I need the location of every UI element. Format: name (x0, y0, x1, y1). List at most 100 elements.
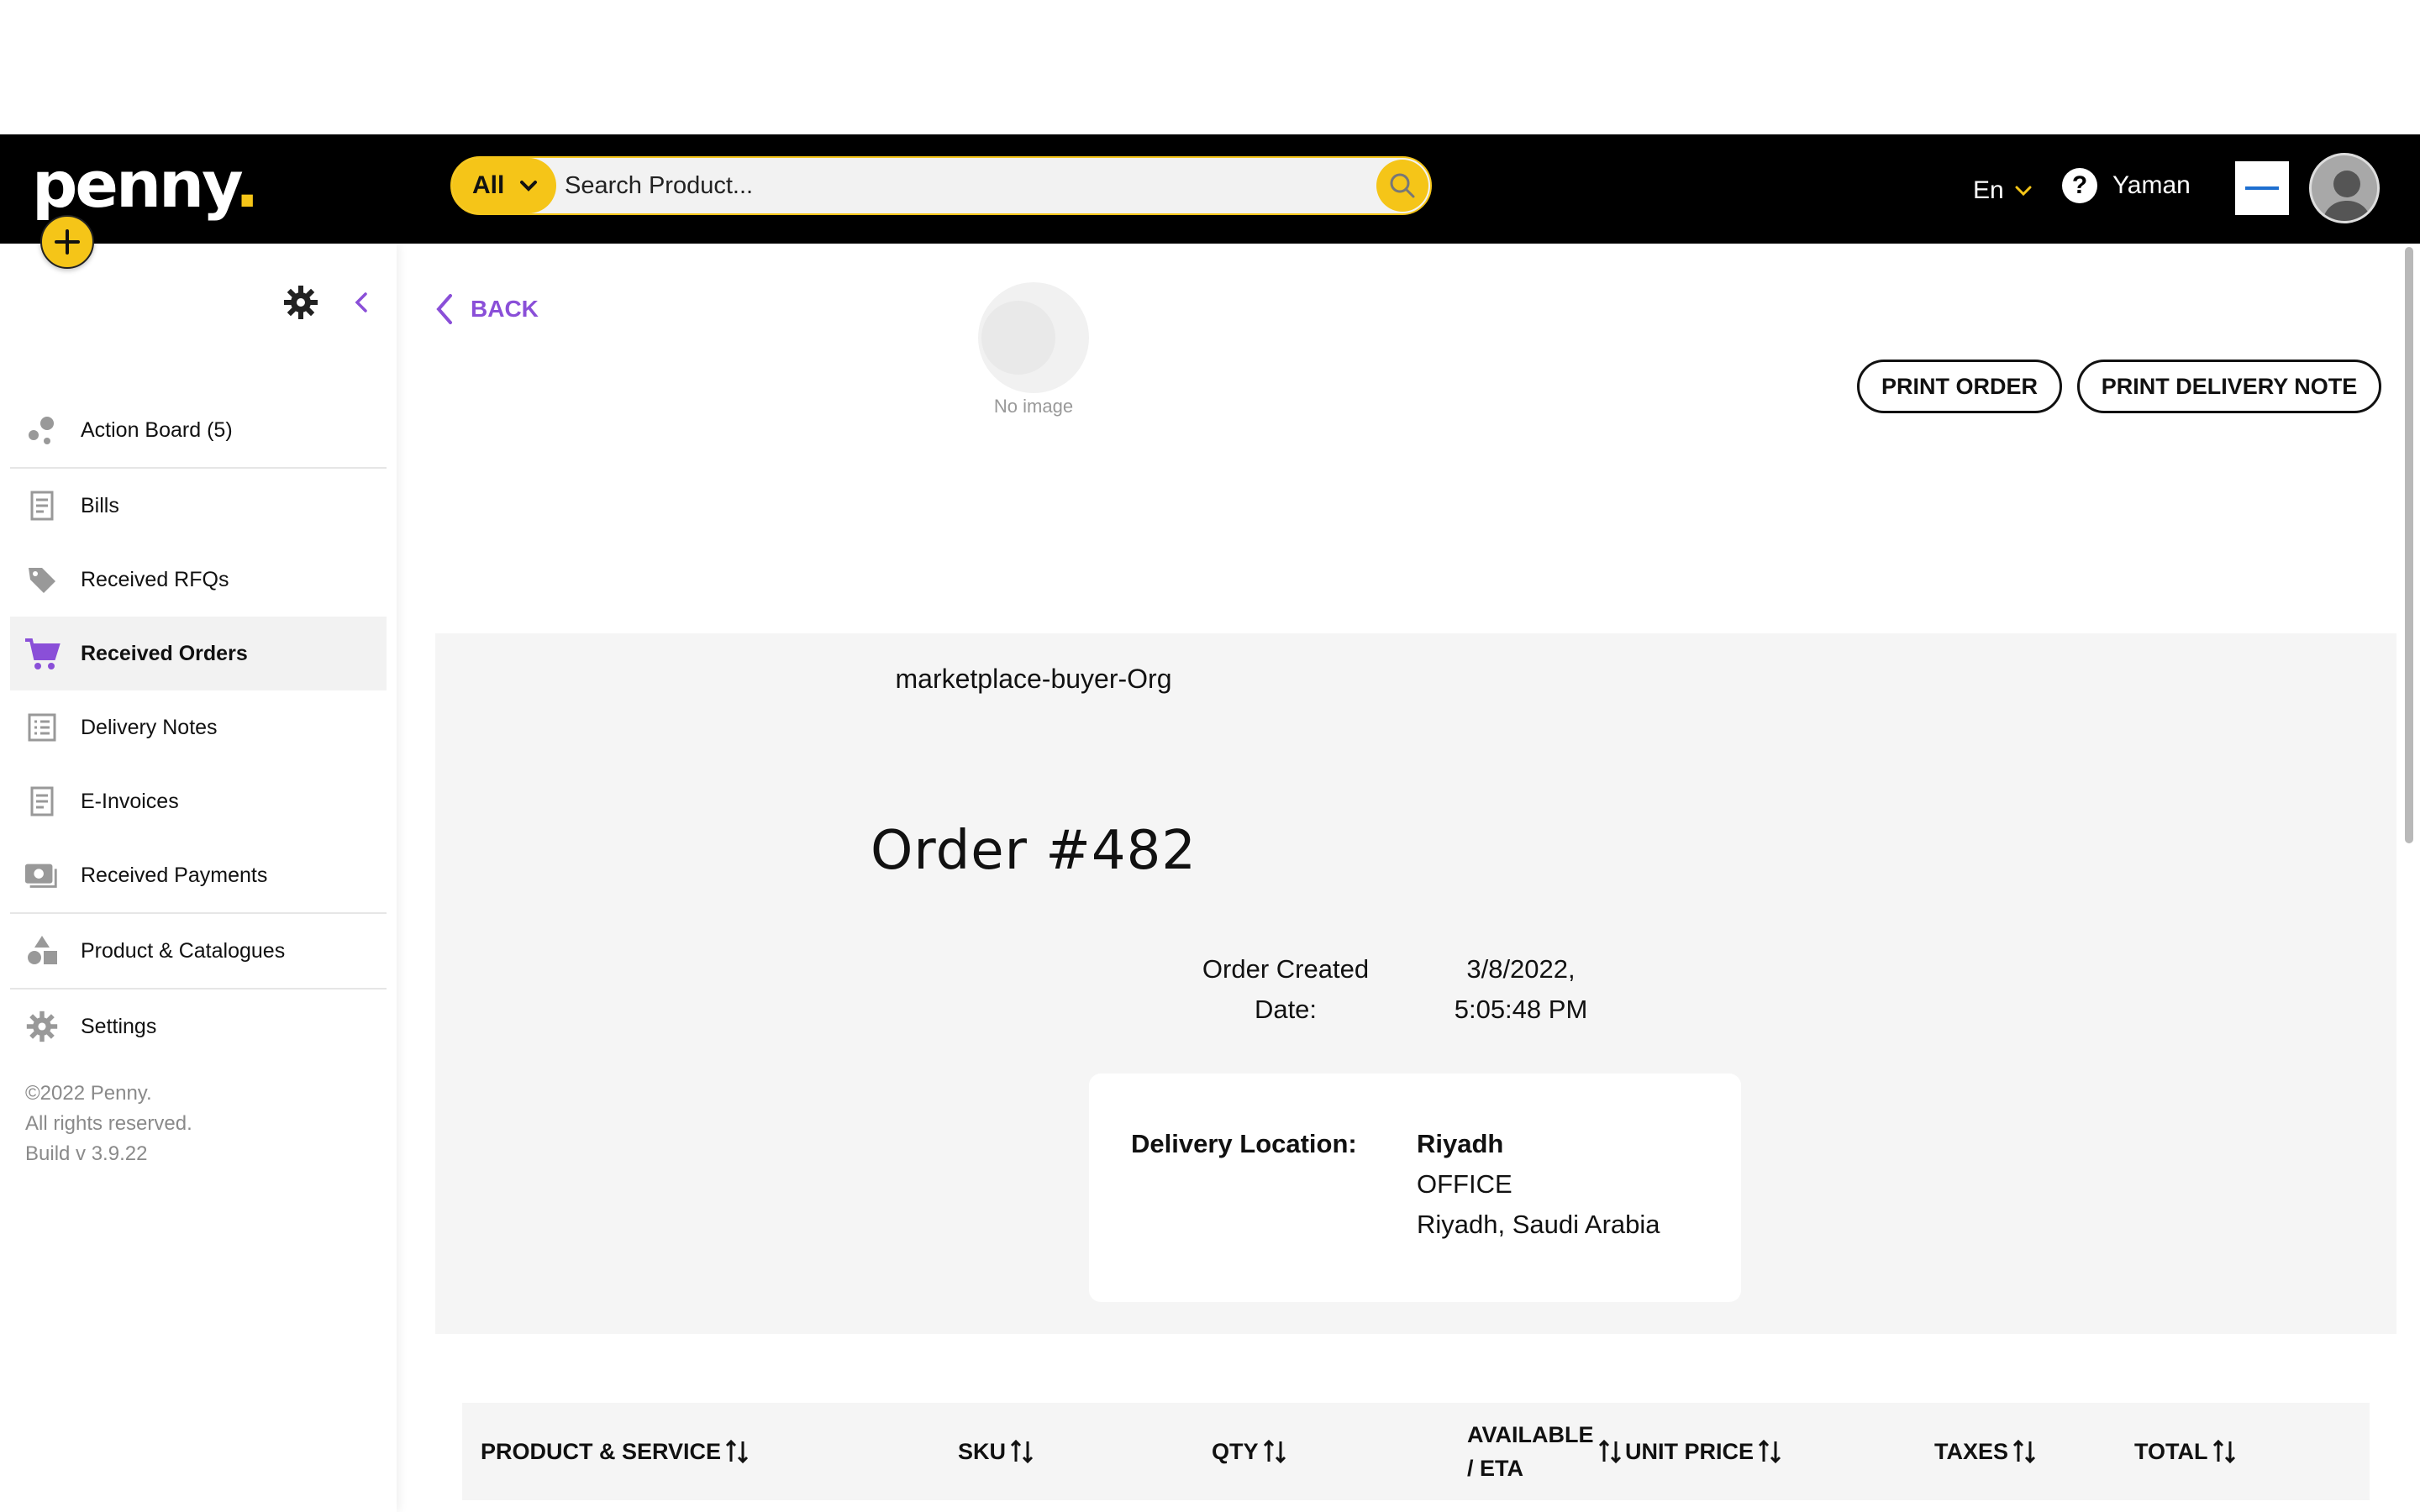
sidebar-item-label: E-Invoices (81, 789, 179, 813)
avatar[interactable] (2309, 153, 2380, 223)
sidebar-item-label: Received Payments (81, 863, 268, 887)
sidebar-item-label: Action Board (5) (81, 417, 233, 442)
add-button[interactable] (40, 215, 94, 269)
sort-icon (1010, 1439, 1034, 1464)
sidebar-item-settings[interactable]: Settings (10, 990, 387, 1063)
column-header-label: TOTAL (2134, 1438, 2208, 1464)
search-category-label: All (472, 171, 505, 199)
tag-icon (24, 561, 60, 598)
delivery-location-type: OFFICE (1417, 1169, 1512, 1199)
column-header-label: AVAILABLE / ETA (1467, 1418, 1594, 1485)
sidebar: Action Board (5) Bills Received RFQs Rec… (0, 244, 397, 1512)
sidebar-item-label: Delivery Notes (81, 715, 218, 739)
sort-icon (725, 1439, 749, 1464)
collapse-sidebar-icon[interactable] (351, 290, 371, 315)
column-header-label: QTY (1212, 1438, 1259, 1464)
search-button[interactable] (1376, 160, 1428, 212)
order-title: Order #482 (871, 820, 1197, 882)
gear-icon[interactable] (282, 284, 319, 321)
help-menu[interactable]: ? Yaman (2062, 168, 2191, 203)
delivery-city: Riyadh (1417, 1129, 1504, 1158)
rights-text: All rights reserved. (25, 1112, 192, 1135)
buyer-logo-placeholder: No image (951, 267, 1116, 432)
list-icon (24, 709, 60, 746)
user-name: Yaman (2112, 171, 2191, 199)
delivery-location-label: Delivery Location: (1131, 1129, 1357, 1158)
org-logo-image (2245, 186, 2279, 190)
order-items-table-header: PRODUCT & SERVICE SKU QTY AVAILABLE / ET… (462, 1403, 2370, 1500)
search-icon (1390, 173, 1415, 198)
delivery-location-card: Delivery Location: Riyadh OFFICE Riyadh,… (1089, 1074, 1741, 1302)
column-header-label: UNIT PRICE (1625, 1438, 1754, 1464)
penny-logo[interactable]: penny. (32, 153, 260, 217)
buyer-organization-name: marketplace-buyer-Org (895, 664, 1172, 694)
order-detail-content: BACK PRINT ORDER PRINT DELIVERY NOTE (397, 244, 2396, 1512)
search-input[interactable] (565, 165, 1304, 207)
user-icon (2323, 171, 2371, 221)
search-category-select[interactable]: All (452, 158, 556, 213)
chevron-down-icon (2015, 186, 2032, 197)
shapes-icon (24, 932, 60, 969)
bill-icon (24, 487, 60, 524)
sort-icon (2012, 1439, 2036, 1464)
sidebar-item-delivery-notes[interactable]: Delivery Notes (10, 690, 387, 764)
sidebar-item-received-orders[interactable]: Received Orders (10, 617, 387, 690)
action-board-icon (24, 412, 60, 449)
no-image-icon (978, 282, 1089, 393)
sidebar-item-received-payments[interactable]: Received Payments (10, 838, 387, 912)
plus-icon (55, 229, 80, 255)
order-created-time: 5:05:48 PM (1454, 995, 1588, 1024)
column-header-taxes[interactable]: TAXES (1934, 1403, 2037, 1500)
no-image-text: No image (993, 396, 1074, 417)
gear-icon (24, 1008, 60, 1045)
sort-icon (1758, 1439, 1781, 1464)
sort-icon (1263, 1439, 1286, 1464)
print-order-button[interactable]: PRINT ORDER (1857, 360, 2062, 413)
order-created-label-line1: Order Created (1202, 954, 1370, 984)
payment-icon (24, 857, 60, 894)
back-link[interactable]: BACK (434, 292, 539, 326)
copyright-text: ©2022 Penny. (25, 1082, 152, 1105)
sidebar-item-e-invoices[interactable]: E-Invoices (10, 764, 387, 838)
chevron-left-icon (436, 294, 452, 324)
column-header-total[interactable]: TOTAL (2134, 1403, 2237, 1500)
scrollbar-thumb[interactable] (2405, 247, 2413, 843)
column-header-label: PRODUCT & SERVICE (481, 1438, 722, 1464)
order-created-value: 3/8/2022, 5:05:48 PM (1412, 949, 1630, 1030)
column-header-product[interactable]: PRODUCT & SERVICE (481, 1403, 750, 1500)
sidebar-item-label: Received RFQs (81, 567, 229, 591)
sidebar-footer: ©2022 Penny. All rights reserved. Build … (25, 1079, 192, 1169)
column-header-unit-price[interactable]: UNIT PRICE (1625, 1403, 1782, 1500)
chevron-down-icon (520, 181, 537, 192)
column-header-available-eta[interactable]: AVAILABLE / ETA (1467, 1403, 1623, 1500)
back-label: BACK (471, 296, 539, 322)
sort-icon (1598, 1439, 1621, 1464)
organization-logo[interactable] (2235, 161, 2289, 215)
print-delivery-note-button[interactable]: PRINT DELIVERY NOTE (2077, 360, 2381, 413)
language-selector[interactable]: En (1973, 176, 2034, 205)
sidebar-item-action-board[interactable]: Action Board (5) (10, 393, 387, 467)
sidebar-item-label: Received Orders (81, 641, 248, 665)
sidebar-item-label: Bills (81, 493, 119, 517)
order-created-date: 3/8/2022, (1466, 954, 1576, 984)
sidebar-item-bills[interactable]: Bills (10, 469, 387, 543)
build-version: Build v 3.9.22 (25, 1142, 148, 1165)
order-created-label-line2: Date: (1254, 995, 1318, 1024)
language-label: En (1973, 176, 2004, 204)
sidebar-menu: Action Board (5) Bills Received RFQs Rec… (10, 393, 387, 1063)
delivery-address: Riyadh, Saudi Arabia (1417, 1210, 1660, 1239)
sidebar-item-product-catalogues[interactable]: Product & Catalogues (10, 914, 387, 988)
order-created-label: Order Created Date: (1176, 949, 1395, 1030)
search-bar: All (450, 156, 1432, 215)
column-header-label: SKU (958, 1438, 1007, 1464)
sort-icon (2212, 1439, 2235, 1464)
help-icon: ? (2062, 168, 2097, 203)
column-header-sku[interactable]: SKU (958, 1403, 1034, 1500)
column-header-qty[interactable]: QTY (1212, 1403, 1287, 1500)
column-header-label: TAXES (1934, 1438, 2009, 1464)
column-header-label-line2: / ETA (1467, 1456, 1523, 1481)
sidebar-item-received-rfqs[interactable]: Received RFQs (10, 543, 387, 617)
sidebar-item-label: Settings (81, 1014, 157, 1038)
top-navigation-bar: penny. All En ? Yaman (0, 134, 2420, 269)
sidebar-tools (282, 284, 371, 321)
